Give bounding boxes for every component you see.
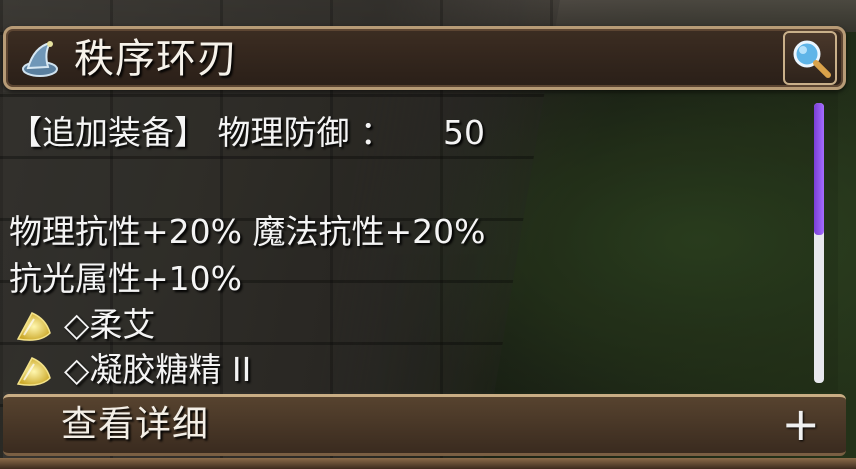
- defense-line: 【追加装备】 物理防御 ： 50: [9, 113, 485, 153]
- bottom-frame: [0, 458, 856, 469]
- option-label: ◇柔艾: [64, 305, 156, 344]
- yellow-gem-icon: [14, 354, 54, 390]
- yellow-gem-icon: [14, 309, 54, 345]
- plus-icon[interactable]: +: [781, 399, 820, 449]
- view-details-button[interactable]: 查看详细 +: [3, 394, 846, 456]
- slot-defense-label: 【追加装备】 物理防御 ：: [9, 113, 393, 152]
- light-resistance-line: 抗光属性+10%: [9, 259, 242, 298]
- option-label: ◇凝胶糖精 II: [64, 350, 252, 389]
- magnifier-icon: [793, 40, 831, 78]
- search-button[interactable]: [783, 31, 837, 85]
- resistance-line: 物理抗性+20% 魔法抗性+20%: [9, 212, 486, 251]
- view-details-label: 查看详细: [61, 404, 210, 445]
- option-row: ◇凝胶糖精 II: [14, 350, 251, 390]
- item-title-bar: 秩序环刃: [3, 26, 846, 90]
- mage-hat-icon: [20, 39, 60, 79]
- scrollbar-thumb[interactable]: [814, 103, 824, 235]
- option-row: ◇柔艾: [14, 305, 155, 345]
- defense-value: 50: [442, 113, 485, 152]
- item-name: 秩序环刃: [74, 36, 238, 82]
